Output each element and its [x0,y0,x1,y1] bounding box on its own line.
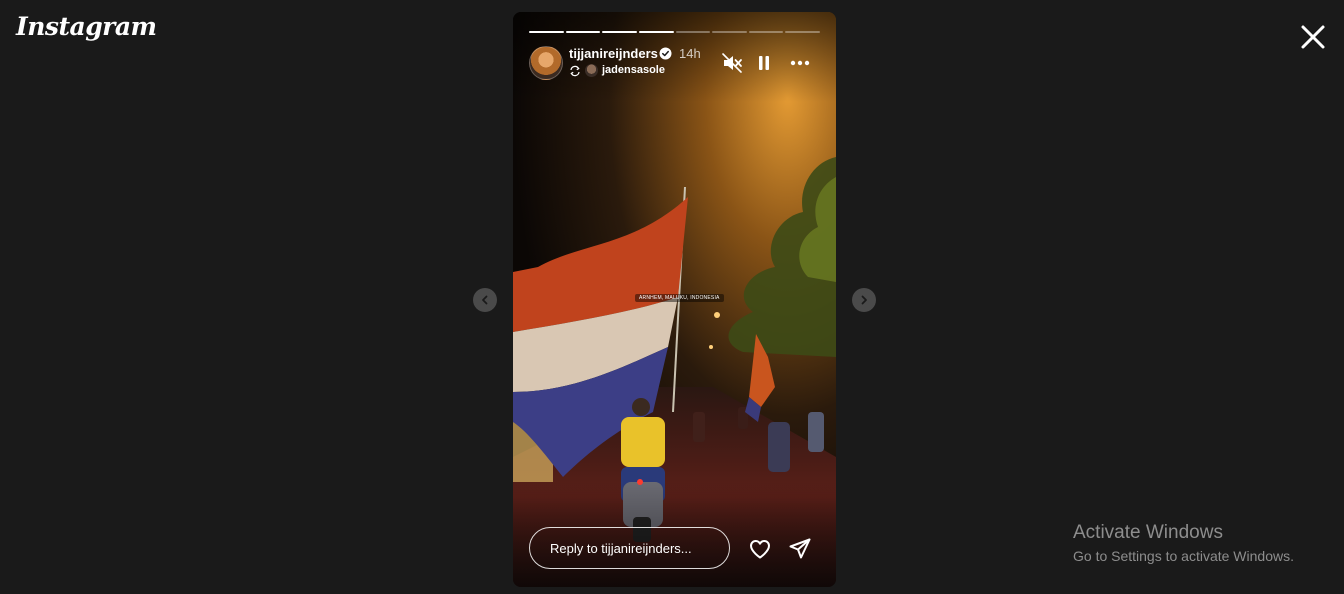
story-progress-bar [529,31,820,33]
send-icon [789,538,811,559]
progress-segment [638,31,674,33]
progress-segment [529,31,564,33]
avatar[interactable] [529,46,563,80]
pause-button[interactable] [753,52,775,74]
more-options-icon [790,60,810,66]
more-options-button[interactable] [789,52,811,74]
mute-button[interactable] [721,52,743,74]
verified-badge-icon [659,47,672,60]
story-viewer-page: Instagram tijjanireijnders 14h jadensaso… [0,0,1344,594]
watermark-title: Activate Windows [1073,522,1223,543]
like-button[interactable] [748,537,772,561]
close-button[interactable] [1298,22,1328,52]
share-button[interactable] [788,537,812,561]
progress-segment [712,31,747,33]
progress-segment [565,31,601,33]
story-timestamp: 14h [679,46,701,61]
progress-segment [748,31,784,33]
instagram-logo[interactable]: Instagram [16,12,157,41]
watermark-subtitle: Go to Settings to activate Windows. [1073,548,1294,564]
pause-icon [759,56,769,70]
repost-icon [570,65,580,77]
story-card[interactable]: tijjanireijnders 14h jadensasole ARNHEM,… [513,12,836,587]
speaker-muted-icon [722,53,742,73]
windows-activation-watermark: Activate Windows Go to Settings to activ… [1073,522,1294,566]
previous-story-button[interactable] [473,288,497,312]
progress-segment [675,31,711,33]
heart-icon [750,540,770,559]
repost-username[interactable]: jadensasole [602,64,665,76]
close-icon [1301,25,1325,49]
next-story-button[interactable] [852,288,876,312]
repost-avatar[interactable] [585,64,598,77]
progress-segment [602,31,637,33]
chevron-right-icon [861,295,867,305]
reply-input[interactable]: Reply to tijjanireijnders... [529,527,730,569]
chevron-left-icon [482,295,488,305]
story-author-username[interactable]: tijjanireijnders [569,46,658,61]
progress-segment [785,31,820,33]
location-sticker[interactable]: ARNHEM, MALUKU, INDONESIA [635,294,724,302]
